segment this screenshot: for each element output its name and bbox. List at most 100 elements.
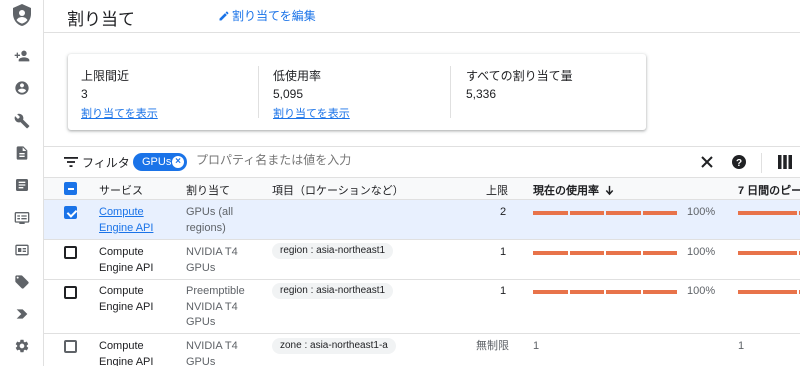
summary-label: すべての割り当て量 [466,69,573,83]
quotas-page: 割り当て 割り当てを編集 上限間近 3 割り当てを表示 低使用率 5,095 割… [0,0,800,366]
edit-quotas-label: 割り当てを編集 [232,9,316,23]
page-title: 割り当て [67,10,135,29]
service-name: Compute Engine API [99,245,153,276]
service-name-line: Engine API [99,221,154,234]
summary-all-quotas: すべての割り当て量 5,336 [451,54,646,130]
quota-name-line: regions) [186,221,226,234]
row-checkbox[interactable] [64,206,77,219]
summary-value: 5,095 [273,87,304,101]
usage-value: 1 [533,340,540,352]
quota-name-line: GPUs (all [186,206,234,218]
view-quotas-link[interactable]: 割り当てを表示 [273,105,350,121]
column-header-usage[interactable]: 現在の使用率 [533,182,615,198]
service-name-line: Engine API [99,300,154,313]
table-row[interactable]: Compute Engine API GPUs (all regions) 2 … [44,200,800,240]
page-header: 割り当て 割り当てを編集 [44,0,800,33]
edit-quotas-button[interactable]: 割り当てを編集 [218,7,316,24]
summary-label: 低使用率 [273,69,322,83]
service-link[interactable]: Compute Engine API [99,205,153,236]
filter-bar: フィルタ GPUs × ? [44,146,800,178]
column-header-quota[interactable]: 割り当て [186,182,230,198]
pencil-icon [219,11,229,20]
select-all-checkbox[interactable] [64,182,77,195]
close-icon[interactable] [699,154,715,170]
toolbar-divider [761,153,762,173]
table-header: サービス 割り当て 項目（ロケーションなど） 上限 現在の使用率 7 日間のピー… [44,178,800,200]
shield-icon[interactable] [10,3,34,27]
monitor-list-icon[interactable] [14,210,30,226]
quota-name: GPUs (all regions) [186,205,233,236]
quota-name: NVIDIA T4 GPUs [186,339,238,366]
view-quotas-link[interactable]: 割り当てを表示 [81,105,158,121]
quota-name-line: GPUs [186,261,216,274]
row-checkbox[interactable] [64,246,77,259]
limit-value: 1 [500,285,507,297]
usage-percent: 100% [687,285,716,297]
filter-chip-gpus[interactable]: GPUs × [133,153,187,171]
summary-value: 3 [81,87,88,101]
summary-label: 上限間近 [81,69,130,83]
usage-percent: 100% [687,206,716,218]
usage-bar [533,211,677,215]
column-header-limit[interactable]: 上限 [486,182,508,198]
quota-name-line: Preemptible [186,285,245,297]
peak-bar [738,211,800,215]
chevron-right-icon[interactable] [14,306,30,322]
column-header-peak[interactable]: 7 日間のピーク [738,182,800,198]
column-header-item[interactable]: 項目（ロケーションなど） [272,182,404,198]
column-display-icon[interactable] [778,155,792,169]
location-tag: zone : asia-northeast1-a [272,338,396,354]
service-name-line: Engine API [99,261,154,274]
row-checkbox[interactable] [64,340,77,353]
limit-value: 無制限 [476,340,509,352]
peak-value: 1 [738,340,745,352]
arrow-down-icon[interactable] [604,185,615,196]
summary-near-limit: 上限間近 3 割り当てを表示 [68,54,259,130]
filter-label: フィルタ [82,156,130,170]
quota-name-line: GPUs [186,316,216,328]
quota-name-line: GPUs [186,355,216,366]
help-icon[interactable]: ? [731,154,747,170]
column-header-usage-label: 現在の使用率 [533,185,599,197]
quota-name: NVIDIA T4 GPUs [186,245,238,276]
quota-name-line: NVIDIA T4 [186,340,238,352]
filter-input[interactable] [196,153,496,167]
table-row[interactable]: Compute Engine API NVIDIA T4 GPUs region… [44,240,800,280]
limit-value: 2 [500,206,507,218]
usage-bar [533,290,677,294]
summary-low-usage: 低使用率 5,095 割り当てを表示 [259,54,451,130]
filter-chip-label: GPUs [142,156,172,168]
service-name-line: Compute [99,340,144,352]
table-row[interactable]: Compute Engine API NVIDIA T4 GPUs zone :… [44,334,800,366]
usage-percent: 100% [687,246,716,258]
quota-summary-card: 上限間近 3 割り当てを表示 低使用率 5,095 割り当てを表示 すべての割り… [68,54,646,130]
list-icon[interactable] [14,177,30,193]
service-name: Compute Engine API [99,339,153,366]
row-checkbox[interactable] [64,286,77,299]
service-name-line: Compute [99,206,144,218]
filter-icon[interactable] [64,156,78,168]
service-name-line: Engine API [99,355,154,366]
quota-name: Preemptible NVIDIA T4 GPUs [186,284,245,331]
service-name-line: Compute [99,246,144,258]
tag-icon[interactable] [14,274,30,290]
quota-name-line: NVIDIA T4 [186,300,238,313]
service-name-line: Compute [99,285,144,297]
account-circle-icon[interactable] [14,80,30,96]
document-list-icon[interactable] [14,145,30,161]
column-header-service[interactable]: サービス [99,182,143,198]
close-icon[interactable]: × [172,156,184,168]
left-nav-rail [0,0,44,366]
wrench-icon[interactable] [14,113,30,129]
location-tag: region : asia-northeast1 [272,243,394,259]
table-row[interactable]: Compute Engine API Preemptible NVIDIA T4… [44,280,800,334]
summary-value: 5,336 [466,87,497,101]
limit-value: 1 [500,246,507,258]
id-card-icon[interactable] [14,242,30,258]
person-add-icon[interactable] [14,48,30,64]
service-name: Compute Engine API [99,284,153,315]
location-tag: region : asia-northeast1 [272,283,394,299]
peak-bar [738,290,800,294]
peak-bar [738,251,800,255]
gear-icon[interactable] [14,338,30,354]
